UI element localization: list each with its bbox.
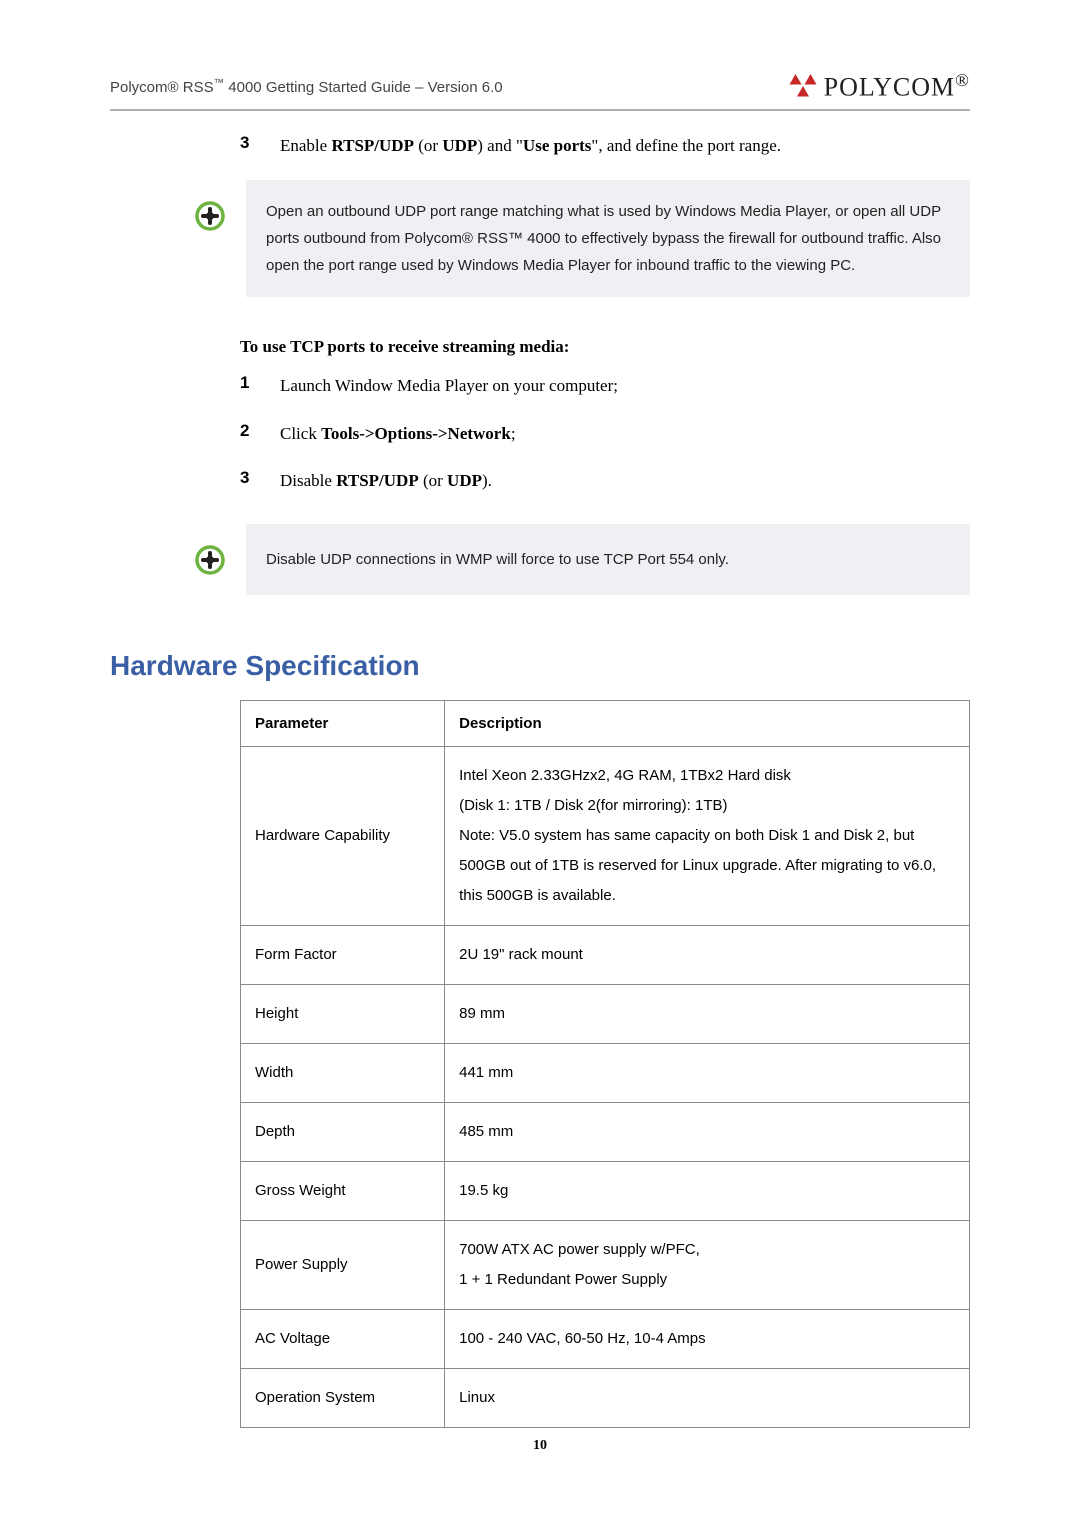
note-icon — [194, 200, 226, 232]
col-description: Description — [445, 700, 970, 746]
col-parameter: Parameter — [241, 700, 445, 746]
step-number: 3 — [240, 133, 256, 159]
header-text: Polycom® RSS™ 4000 Getting Started Guide… — [110, 79, 503, 96]
content-area: 3 Enable RTSP/UDP (or UDP) and "Use port… — [240, 133, 970, 595]
cell-parameter: Height — [241, 984, 445, 1043]
table-row: Hardware CapabilityIntel Xeon 2.33GHzx2,… — [241, 746, 970, 925]
cell-description: Linux — [445, 1368, 970, 1427]
cell-parameter: Width — [241, 1043, 445, 1102]
cell-parameter: Depth — [241, 1102, 445, 1161]
page-header: Polycom® RSS™ 4000 Getting Started Guide… — [110, 70, 970, 111]
table-row: Height89 mm — [241, 984, 970, 1043]
step-text: Launch Window Media Player on your compu… — [280, 373, 618, 399]
section-title-hardware-spec: Hardware Specification — [110, 650, 970, 682]
tcp-step-3: 3 Disable RTSP/UDP (or UDP). — [240, 468, 970, 494]
note-text: Disable UDP connections in WMP will forc… — [246, 524, 970, 595]
cell-description: Intel Xeon 2.33GHzx2, 4G RAM, 1TBx2 Hard… — [445, 746, 970, 925]
page-number: 10 — [110, 1438, 970, 1454]
table-wrap: Parameter Description Hardware Capabilit… — [240, 700, 970, 1428]
table-row: Gross Weight19.5 kg — [241, 1161, 970, 1220]
step-number: 1 — [240, 373, 256, 399]
note-block-1: Open an outbound UDP port range matching… — [194, 180, 970, 297]
brand-logo: POLYCOM® — [788, 70, 970, 103]
note-block-2: Disable UDP connections in WMP will forc… — [194, 524, 970, 595]
note-icon — [194, 544, 226, 576]
step-text: Click Tools->Options->Network; — [280, 421, 516, 447]
cell-parameter: AC Voltage — [241, 1309, 445, 1368]
table-row: Width441 mm — [241, 1043, 970, 1102]
table-header-row: Parameter Description — [241, 700, 970, 746]
header-title: Polycom® RSS™ 4000 Getting Started Guide… — [110, 77, 503, 96]
cell-parameter: Form Factor — [241, 925, 445, 984]
cell-description: 89 mm — [445, 984, 970, 1043]
cell-parameter: Power Supply — [241, 1220, 445, 1309]
tcp-step-2: 2 Click Tools->Options->Network; — [240, 421, 970, 447]
cell-description: 100 - 240 VAC, 60-50 Hz, 10-4 Amps — [445, 1309, 970, 1368]
page: Polycom® RSS™ 4000 Getting Started Guide… — [0, 0, 1080, 1527]
cell-description: 441 mm — [445, 1043, 970, 1102]
table-row: Form Factor2U 19" rack mount — [241, 925, 970, 984]
step-number: 2 — [240, 421, 256, 447]
step-3: 3 Enable RTSP/UDP (or UDP) and "Use port… — [240, 133, 970, 159]
tcp-step-1: 1 Launch Window Media Player on your com… — [240, 373, 970, 399]
hardware-spec-table: Parameter Description Hardware Capabilit… — [240, 700, 970, 1428]
note-text: Open an outbound UDP port range matching… — [246, 180, 970, 297]
cell-parameter: Hardware Capability — [241, 746, 445, 925]
brand-text: POLYCOM® — [824, 70, 970, 103]
cell-parameter: Operation System — [241, 1368, 445, 1427]
polycom-triangles-icon — [788, 72, 818, 100]
table-row: Depth485 mm — [241, 1102, 970, 1161]
cell-description: 2U 19" rack mount — [445, 925, 970, 984]
cell-parameter: Gross Weight — [241, 1161, 445, 1220]
cell-description: 19.5 kg — [445, 1161, 970, 1220]
cell-description: 485 mm — [445, 1102, 970, 1161]
step-text: Enable RTSP/UDP (or UDP) and "Use ports"… — [280, 133, 781, 159]
step-text: Disable RTSP/UDP (or UDP). — [280, 468, 492, 494]
table-row: Power Supply700W ATX AC power supply w/P… — [241, 1220, 970, 1309]
step-number: 3 — [240, 468, 256, 494]
table-row: AC Voltage100 - 240 VAC, 60-50 Hz, 10-4 … — [241, 1309, 970, 1368]
cell-description: 700W ATX AC power supply w/PFC,1 + 1 Red… — [445, 1220, 970, 1309]
table-row: Operation SystemLinux — [241, 1368, 970, 1427]
tcp-heading: To use TCP ports to receive streaming me… — [240, 337, 970, 357]
